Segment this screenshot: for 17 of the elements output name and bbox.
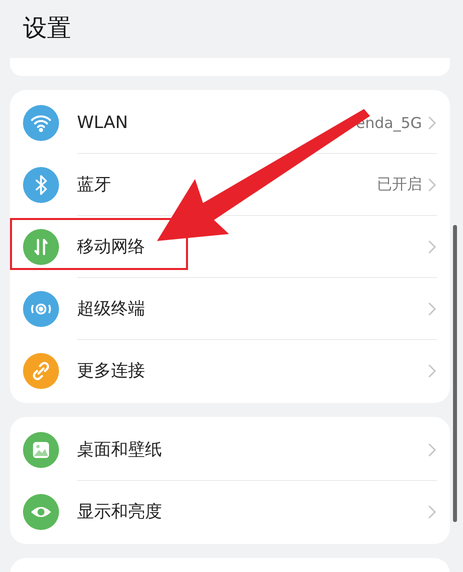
setting-label[interactable]: 移动网络 <box>77 235 145 258</box>
setting-label[interactable]: 显示和亮度 <box>77 500 162 523</box>
setting-label[interactable]: WLAN <box>77 112 128 132</box>
setting-label[interactable]: 更多连接 <box>77 359 145 382</box>
chevron-right-icon <box>428 240 436 254</box>
setting-value: enda_5G <box>356 114 422 132</box>
chevron-right-icon <box>428 442 436 456</box>
chevron-right-icon <box>428 364 436 378</box>
setting-label[interactable]: 桌面和壁纸 <box>77 438 162 461</box>
setting-label[interactable]: 蓝牙 <box>77 173 111 196</box>
chevron-right-icon <box>428 302 436 316</box>
setting-value: 已开启 <box>377 175 422 194</box>
chevron-right-icon <box>428 504 436 518</box>
setting-label[interactable]: 超级终端 <box>77 297 145 320</box>
chevron-right-icon <box>428 116 436 130</box>
chevron-right-icon <box>428 178 436 192</box>
page-title: 设置 <box>22 13 72 44</box>
